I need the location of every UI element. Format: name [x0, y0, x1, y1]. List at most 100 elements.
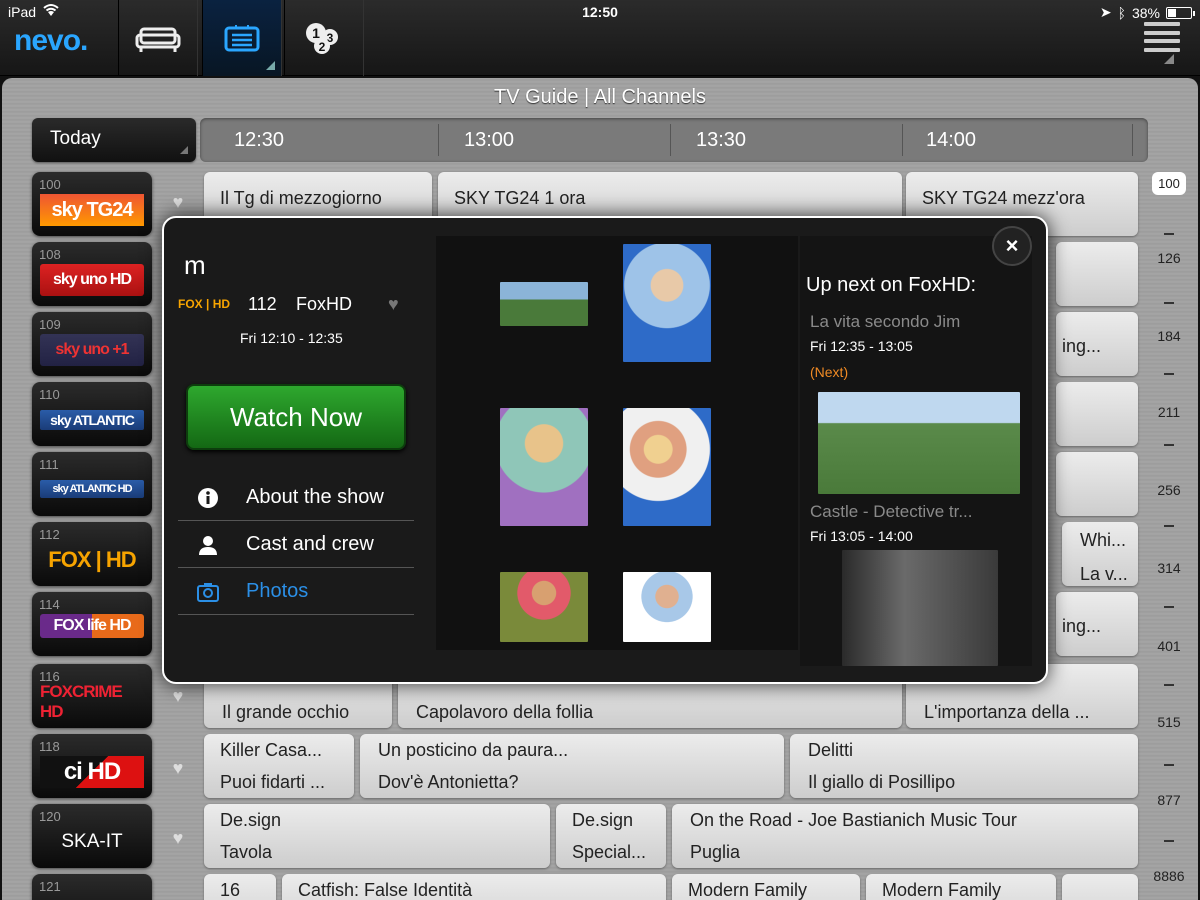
channel-count-label: 877 [1157, 792, 1181, 808]
fox-hd-logo: FOX | HD [178, 297, 231, 311]
time-slot: 14:00 [926, 129, 977, 151]
svg-text:2: 2 [319, 40, 326, 54]
numbers-button[interactable]: 1 3 2 [284, 0, 364, 76]
program-cell[interactable]: Killer Casa... Puoi fidarti ... [204, 734, 354, 798]
popup-menu: About the show Cast and crew Photos [178, 474, 414, 615]
program-cell[interactable] [1056, 452, 1138, 516]
svg-text:1: 1 [312, 25, 320, 41]
channel-logo-108[interactable]: 108 sky uno HD [32, 242, 152, 306]
day-selector[interactable]: Today [32, 118, 196, 162]
program-cell[interactable]: Un posticino da paura... Dov'è Antonietta… [360, 734, 784, 798]
numbers-icon: 1 3 2 [306, 23, 338, 54]
program-cell[interactable]: De.sign Special... [556, 804, 666, 868]
channel-count-label: 515 [1157, 714, 1181, 730]
time-slot: 12:30 [234, 129, 285, 151]
menu-icon[interactable] [1144, 22, 1180, 52]
popup-channel-number: 112 [248, 294, 277, 314]
menu-item-photos[interactable]: Photos [178, 568, 414, 615]
channel-count-label: 184 [1157, 328, 1181, 344]
up-next-panel: Up next on FoxHD: La vita secondo Jim Fr… [800, 236, 1032, 666]
up-next-thumbnail[interactable] [818, 392, 1020, 494]
favorite-heart-icon[interactable]: ♥ [167, 192, 189, 214]
menu-item-about[interactable]: About the show [178, 474, 414, 521]
location-icon: ➤ [1099, 4, 1112, 20]
next-tag: (Next) [810, 364, 849, 380]
program-cell[interactable]: ing... [1056, 312, 1138, 376]
tv-guide-button[interactable] [202, 0, 282, 76]
battery-percent: 38% [1131, 4, 1160, 21]
program-cell[interactable] [1056, 242, 1138, 306]
channel-count-label: 256 [1157, 482, 1181, 498]
photo-thumbnail[interactable] [623, 408, 711, 526]
sofa-icon [135, 27, 181, 52]
menu-item-cast[interactable]: Cast and crew [178, 521, 414, 568]
channel-logo-109[interactable]: 109 sky uno +1 [32, 312, 152, 376]
channel-logo-120[interactable]: 120 SKA-IT [32, 804, 152, 868]
time-slot: 13:00 [464, 129, 515, 151]
channel-logo-121[interactable]: 121 [32, 874, 152, 900]
close-button[interactable]: × [992, 226, 1032, 266]
program-cell[interactable] [1062, 874, 1138, 900]
favorite-heart-icon[interactable]: ♥ [167, 758, 189, 780]
channel-count-label: 126 [1157, 250, 1181, 266]
program-details-popup: m FOX | HD 112 FoxHD ♥ Fri 12:10 - 12:35… [162, 216, 1048, 684]
tv-guide-icon [224, 25, 260, 52]
channel-count-badge[interactable]: 100 [1152, 172, 1186, 195]
program-time: Fri 12:10 - 12:35 [240, 330, 343, 346]
program-cell[interactable]: On the Road - Joe Bastianich Music Tour P… [672, 804, 1138, 868]
bluetooth-icon: ᛒ [1117, 4, 1126, 21]
up-next-time: Fri 13:05 - 14:00 [810, 528, 913, 544]
channel-count-label: 314 [1157, 560, 1181, 576]
program-cell[interactable]: ing... [1056, 592, 1138, 656]
photo-thumbnail[interactable] [500, 408, 588, 526]
menu-corner-indicator [1164, 54, 1174, 64]
program-cell[interactable]: Modern Family [866, 874, 1056, 900]
program-cell[interactable] [1056, 382, 1138, 446]
nevo-logo[interactable]: nevo. [14, 24, 88, 58]
person-icon [199, 536, 217, 555]
up-next-title: Up next on FoxHD: [806, 274, 977, 296]
channel-count-label: 211 [1157, 404, 1181, 420]
program-cell[interactable]: Whi... La v... [1062, 522, 1138, 586]
favorite-heart-icon[interactable]: ♥ [388, 294, 399, 315]
camera-icon [197, 583, 219, 602]
photo-thumbnail[interactable] [623, 244, 711, 362]
timeline-bar[interactable]: 12:30 13:00 13:30 14:00 [200, 118, 1148, 162]
up-next-show[interactable]: La vita secondo Jim [810, 312, 960, 332]
favorite-heart-icon[interactable]: ♥ [167, 686, 189, 708]
top-bar: iPad 12:50 ➤ ᛒ 38% nevo. 1 3 2 [0, 0, 1200, 76]
photo-thumbnail[interactable] [623, 572, 711, 642]
channel-logo-112[interactable]: 112 FOX | HD [32, 522, 152, 586]
up-next-show[interactable]: Castle - Detective tr... [810, 502, 973, 522]
status-right: ➤ ᛒ 38% [1099, 4, 1195, 21]
program-cell[interactable]: Modern Family [672, 874, 860, 900]
info-icon [198, 488, 218, 508]
photo-gallery [436, 236, 798, 650]
time-slot: 13:30 [696, 129, 747, 151]
channel-logo-116[interactable]: 116 FOXCRIME HD [32, 664, 152, 728]
photo-thumbnail[interactable] [500, 572, 588, 642]
channel-logo-100[interactable]: 100 sky TG24 [32, 172, 152, 236]
sofa-icon-button[interactable] [118, 0, 198, 76]
up-next-thumbnail[interactable] [842, 550, 998, 666]
popup-channel-info: FOX | HD 112 FoxHD [178, 294, 418, 316]
battery-fill [1168, 8, 1176, 17]
channel-logo-118[interactable]: 118 ci HD [32, 734, 152, 798]
channel-logo-110[interactable]: 110 sky ATLANTIC [32, 382, 152, 446]
favorite-heart-icon[interactable]: ♥ [167, 828, 189, 850]
program-cell[interactable]: 16 [204, 874, 276, 900]
watch-now-button[interactable]: Watch Now [186, 384, 406, 450]
battery-icon [1166, 6, 1195, 19]
photo-thumbnail[interactable] [500, 282, 588, 326]
channel-logo-111[interactable]: 111 sky ATLANTIC HD [32, 452, 152, 516]
guide-title: TV Guide | All Channels [494, 86, 706, 108]
up-next-time: Fri 12:35 - 13:05 [810, 338, 913, 354]
channel-logo-114[interactable]: 114 FOX life HD [32, 592, 152, 656]
popup-channel-name: FoxHD [296, 294, 353, 314]
program-cell[interactable]: Catfish: False Identità [282, 874, 666, 900]
channel-count-label: 401 [1157, 638, 1181, 654]
program-title: m [184, 250, 206, 280]
program-cell[interactable]: De.sign Tavola [204, 804, 550, 868]
channel-count-label: 8886 [1153, 868, 1185, 884]
program-cell[interactable]: Delitti Il giallo di Posillipo [790, 734, 1138, 798]
